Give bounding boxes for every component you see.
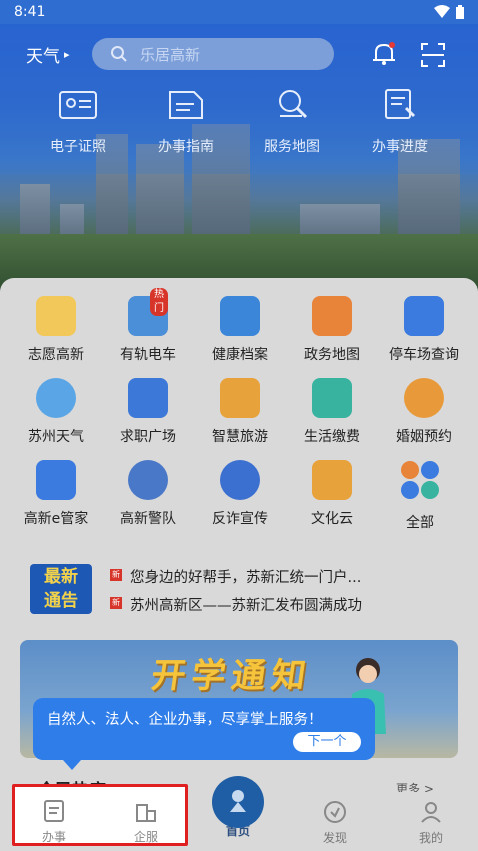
battery-icon	[456, 5, 464, 19]
home-icon[interactable]	[212, 776, 264, 828]
service-tourism[interactable]: 智慧旅游	[194, 378, 286, 446]
service-police[interactable]: 高新警队	[102, 460, 194, 528]
document-icon	[44, 800, 64, 822]
quick-action-service-map[interactable]: 服务地图	[242, 86, 342, 156]
service-parking[interactable]: 停车场查询	[376, 296, 472, 364]
wifi-icon	[434, 5, 450, 18]
culture-cloud-icon	[312, 460, 352, 500]
notice-item[interactable]: 苏州高新区——苏新汇发布圆满成功	[130, 594, 362, 615]
onboarding-tooltip: 自然人、法人、企业办事，尽享掌上服务！ 下一个	[33, 698, 375, 770]
map-search-icon	[279, 90, 308, 119]
quick-action-progress[interactable]: 办事进度	[350, 86, 450, 156]
next-button[interactable]: 下一个	[293, 732, 361, 752]
tab-services[interactable]: 办事	[19, 799, 89, 845]
service-marriage[interactable]: 婚姻预约	[378, 378, 470, 446]
new-tag: 新	[110, 569, 122, 581]
tab-profile[interactable]: 我的	[396, 800, 466, 846]
tab-discover[interactable]: 发现	[300, 800, 370, 846]
notice-logo: 最新 通告	[30, 564, 92, 614]
bell-icon[interactable]	[370, 40, 398, 68]
search-input[interactable]: 乐居高新	[92, 38, 334, 70]
progress-icon	[385, 89, 416, 119]
butler-icon	[36, 460, 76, 500]
parking-icon	[404, 296, 444, 336]
service-health-record[interactable]: 健康档案	[194, 296, 286, 364]
status-bar: 8:41	[0, 0, 478, 24]
job-icon	[128, 378, 168, 418]
gov-map-icon	[312, 296, 352, 336]
service-all[interactable]: 全部	[374, 460, 466, 532]
health-record-icon	[220, 296, 260, 336]
volunteer-icon	[36, 296, 76, 336]
service-weather[interactable]: 苏州天气	[10, 378, 102, 446]
discover-icon	[324, 801, 346, 823]
service-job[interactable]: 求职广场	[102, 378, 194, 446]
service-volunteer[interactable]: 志愿高新	[10, 296, 102, 364]
marriage-icon	[404, 378, 444, 418]
all-apps-icon	[401, 461, 439, 499]
payment-icon	[312, 378, 352, 418]
cable-car-icon	[220, 378, 260, 418]
scan-icon[interactable]	[420, 42, 446, 68]
profile-icon	[421, 802, 441, 823]
hot-badge: 热门	[150, 288, 168, 316]
weather-icon	[36, 378, 76, 418]
service-anti-fraud[interactable]: 反诈宣传	[194, 460, 286, 528]
quick-action-label: 办事进度	[372, 139, 428, 155]
quick-action-label: 服务地图	[264, 139, 320, 155]
notice-item[interactable]: 您身边的好帮手，苏新汇统一门户...	[130, 566, 361, 587]
anti-fraud-icon	[220, 460, 260, 500]
search-placeholder: 乐居高新	[140, 45, 201, 64]
police-icon	[128, 460, 168, 500]
tab-enterprise[interactable]: 企服	[111, 799, 181, 845]
building-icon	[136, 804, 156, 822]
service-gov-map[interactable]: 政务地图	[286, 296, 378, 364]
service-butler[interactable]: 高新e管家	[10, 460, 102, 528]
tram-icon: 热门	[128, 288, 168, 336]
quick-action-e-license[interactable]: 电子证照	[28, 86, 128, 156]
search-icon	[111, 46, 127, 62]
id-card-icon	[59, 91, 97, 119]
notice-board: 最新 通告 新 您身边的好帮手，苏新汇统一门户... 新 苏州高新区——苏新汇发…	[30, 564, 460, 616]
chevron-right-icon: ▸	[64, 48, 70, 61]
quick-action-label: 电子证照	[50, 139, 106, 155]
service-tram[interactable]: 热门 有轨电车	[102, 288, 194, 364]
weather-label: 天气	[26, 47, 60, 67]
new-tag: 新	[110, 597, 122, 609]
status-time: 8:41	[14, 4, 46, 20]
onboarding-highlight: 办事 企服	[12, 784, 188, 846]
service-culture-cloud[interactable]: 文化云	[286, 460, 378, 528]
quick-action-guide[interactable]: 办事指南	[136, 86, 236, 156]
weather-selector[interactable]: 天气 ▸	[26, 42, 70, 67]
quick-action-label: 办事指南	[158, 139, 214, 155]
tooltip-text: 自然人、法人、企业办事，尽享掌上服务！	[47, 712, 323, 728]
banner-title: 开学通知	[148, 656, 315, 696]
guide-icon	[169, 91, 203, 119]
service-payment[interactable]: 生活缴费	[286, 378, 378, 446]
